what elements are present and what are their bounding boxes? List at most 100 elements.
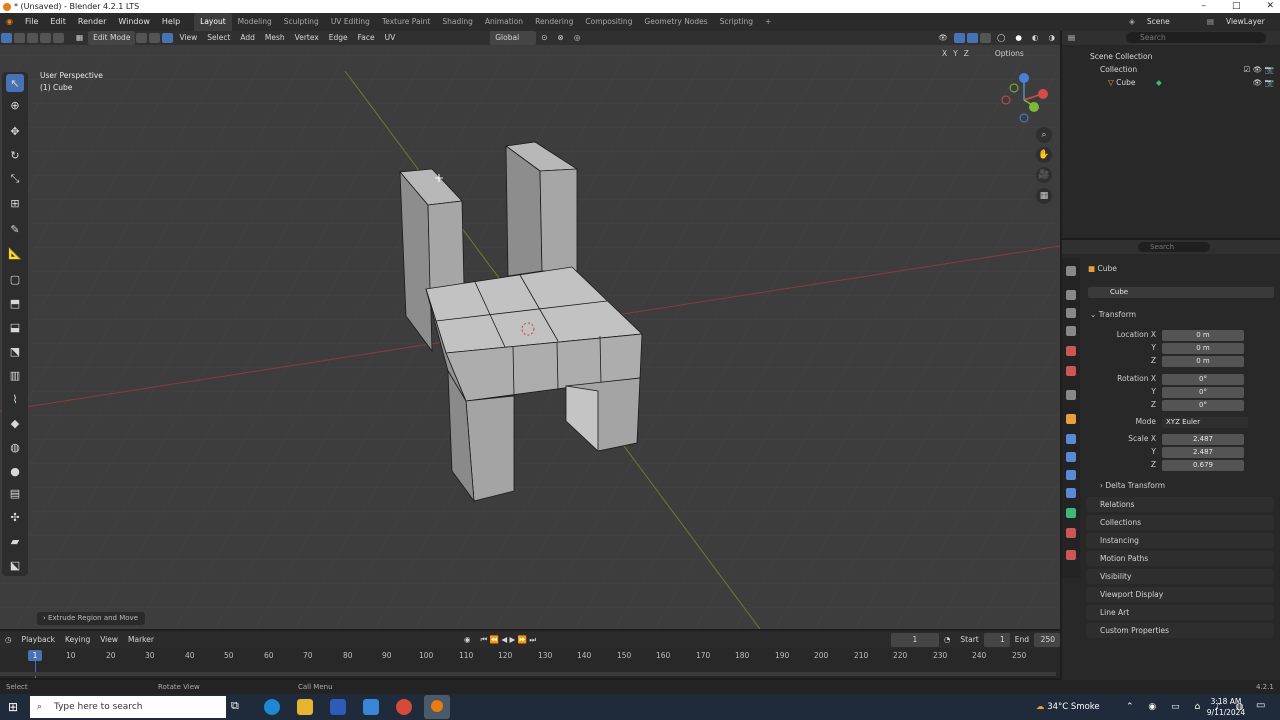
poly-build-tool-icon[interactable]: ◆ [6,414,24,432]
menu-file[interactable]: File [19,13,44,31]
transform-tool-icon[interactable]: ⊞ [6,194,24,212]
store-icon[interactable] [330,699,346,715]
edge-slide-tool-icon[interactable]: ▤ [6,484,24,502]
inset-tool-icon[interactable]: ⬓ [6,318,24,336]
constraints-tab-icon[interactable] [1066,488,1076,498]
perspective-toggle-icon[interactable]: ▦ [1036,188,1052,204]
timeline-menu-keying[interactable]: Keying [60,633,95,647]
collection-tab-icon[interactable] [1066,390,1076,400]
rotation-y-field[interactable]: 0° [1162,387,1244,398]
transform-section[interactable]: ⌄ Transform [1090,309,1136,321]
outliner-editor-icon[interactable]: ▤ [1068,33,1075,42]
select-tool-icon[interactable]: ↖ [6,74,24,92]
shrink-fatten-tool-icon[interactable]: ✣ [6,508,24,526]
mirror-x-toggle[interactable]: X [942,49,947,58]
edge-browser-icon[interactable] [264,699,280,715]
tab-animation[interactable]: Animation [479,13,529,31]
end-frame-field[interactable]: 250 [1034,632,1060,647]
tab-layout[interactable]: Layout [194,13,232,31]
rotate-tool-icon[interactable]: ↻ [6,146,24,164]
timeline-area[interactable]: 1 10 20 30 40 50 60 70 80 90 100 110 120… [0,648,1060,678]
mode-selector[interactable]: Edit Mode [88,31,136,45]
outliner-row-cube[interactable]: ▽ Cube ◆ 👁 📷 [1062,76,1280,89]
rendered-shading-icon[interactable]: ◑ [1043,31,1060,45]
bevel-tool-icon[interactable]: ⬔ [6,342,24,360]
tab-sculpting[interactable]: Sculpting [278,13,325,31]
gizmo-y-icon[interactable] [1029,102,1039,112]
world-tab-icon[interactable] [1066,366,1076,376]
rotation-x-field[interactable]: 0° [1162,374,1244,385]
extrude-tool-icon[interactable]: ⬒ [6,294,24,312]
physics-tab-icon[interactable] [1066,470,1076,480]
material-tab-icon[interactable] [1066,528,1076,538]
snap-icon[interactable]: ⊗ [553,31,569,45]
tab-shading[interactable]: Shading [436,13,478,31]
pivot-icon[interactable]: ⊙ [536,31,552,45]
scale-tool-icon[interactable]: ⤡ [6,170,24,188]
menu-window[interactable]: Window [112,13,156,31]
gizmo-z-icon[interactable] [1019,73,1029,83]
edge-select-icon[interactable] [149,33,161,43]
loop-cut-tool-icon[interactable]: ▥ [6,366,24,384]
clock[interactable]: 3:18 AM 9/11/2024 [1206,696,1246,718]
view-layer-tab-icon[interactable] [1066,326,1076,336]
zoom-icon[interactable]: ⌕ [1036,127,1052,143]
motion-paths-section[interactable]: Motion Paths [1086,551,1274,566]
material-shading-icon[interactable]: ◐ [1027,31,1044,45]
rotation-z-field[interactable]: 0° [1162,400,1244,411]
mirror-y-toggle[interactable]: Y [953,49,958,58]
tab-texture-paint[interactable]: Texture Paint [376,13,436,31]
timeline-menu-marker[interactable]: Marker [123,633,159,647]
location-z-field[interactable]: 0 m [1162,356,1244,367]
windows-start-icon[interactable]: ⊞ [8,700,18,714]
blender-menu-icon[interactable]: ◉ [0,13,19,31]
vp-menu-view[interactable]: View [174,31,202,45]
vp-menu-select[interactable]: Select [202,31,235,45]
add-cube-tool-icon[interactable]: ▢ [6,270,24,288]
weather-widget[interactable]: ☁ 34°C Smoke [1036,694,1100,720]
wireframe-shading-icon[interactable]: ◯ [992,31,1010,45]
vertex-select-icon[interactable] [136,33,148,43]
scale-z-field[interactable]: 0.679 [1162,460,1244,471]
solid-shading-icon[interactable]: ● [1010,31,1027,45]
rotation-mode-dropdown[interactable]: XYZ Euler [1162,417,1248,428]
tab-scripting[interactable]: Scripting [714,13,759,31]
properties-search-input[interactable]: Search [1138,242,1210,252]
gizmo-x-icon[interactable] [1038,89,1048,99]
line-art-section[interactable]: Line Art [1086,605,1274,620]
autokey-icon[interactable]: ◉ [459,633,476,647]
custom-properties-section[interactable]: Custom Properties [1086,623,1274,638]
outliner-row-collection[interactable]: Collection ☑ 👁 📷 [1062,63,1280,76]
outliner-search-input[interactable]: Search [1126,32,1266,43]
camera-view-icon[interactable]: 🎥 [1036,167,1052,183]
cursor-tool-icon[interactable]: ⊕ [6,96,24,114]
gizmo-toggle-icon[interactable] [953,33,965,43]
editor-type-icon[interactable]: ▦ [71,31,88,45]
knife-tool-icon[interactable]: ⌇ [6,390,24,408]
orientation-selector[interactable]: Global [490,31,537,45]
start-frame-field[interactable]: 1 [983,632,1010,647]
data-tab-icon[interactable] [1066,508,1076,518]
vp-menu-vertex[interactable]: Vertex [290,31,324,45]
delta-transform-section[interactable]: › Delta Transform [1100,480,1165,492]
shear-tool-icon[interactable]: ▰ [6,532,24,550]
3d-viewport[interactable]: + [0,31,1060,629]
location-y-field[interactable]: 0 m [1162,343,1244,354]
collections-section[interactable]: Collections [1086,515,1274,530]
pan-hand-icon[interactable]: ✋ [1036,147,1052,163]
object-name-field[interactable]: Cube [1088,287,1274,298]
maximize-button[interactable]: □ [1232,0,1241,13]
visibility-section[interactable]: Visibility [1086,569,1274,584]
scene-tab-icon[interactable] [1066,346,1076,356]
proportional-edit-icon[interactable]: ◎ [569,31,586,45]
outliner-row-scene-collection[interactable]: Scene Collection [1062,50,1280,63]
add-workspace-icon[interactable]: + [759,13,777,31]
visibility-eye-icon[interactable]: ☑ 👁 📷 [1244,63,1274,76]
relations-section[interactable]: Relations [1086,497,1274,512]
options-dropdown[interactable]: Options [995,49,1024,58]
blender-task-icon[interactable] [424,695,450,719]
taskbar-search-input[interactable]: ⌕ Type here to search [30,696,226,718]
spin-tool-icon[interactable]: ◍ [6,438,24,456]
file-explorer-icon[interactable] [297,699,313,715]
playhead[interactable]: 1 [28,650,42,661]
